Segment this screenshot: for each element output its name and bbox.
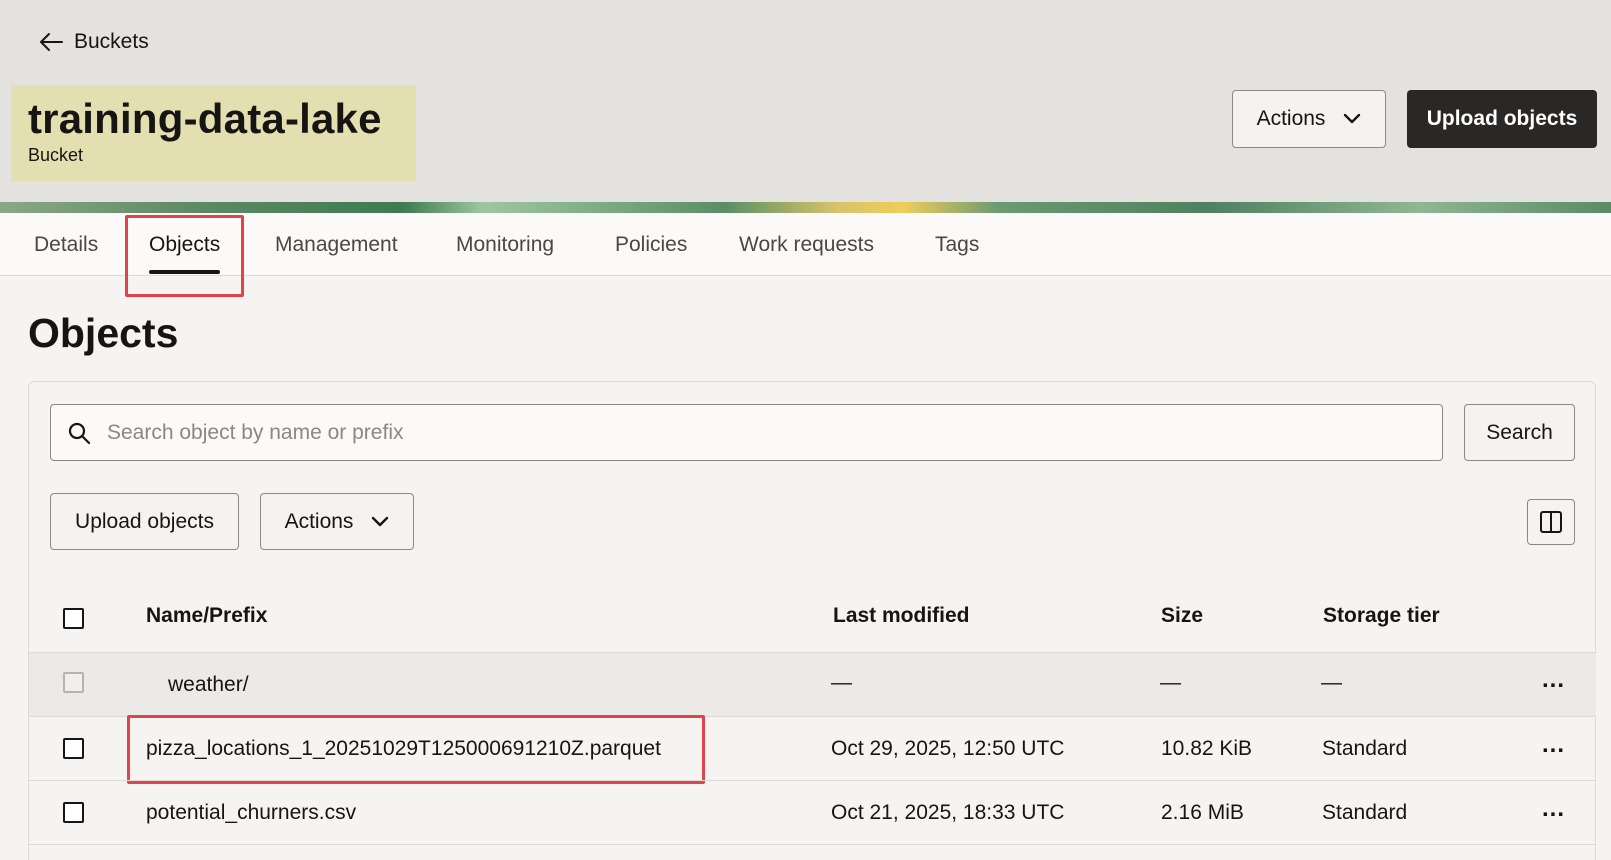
table-row	[29, 844, 1596, 860]
row-name[interactable]: potential_churners.csv	[146, 801, 356, 825]
columns-icon	[1540, 511, 1562, 533]
column-header-size[interactable]: Size	[1161, 604, 1203, 628]
row-last-modified: Oct 21, 2025, 18:33 UTC	[831, 801, 1065, 824]
chevron-down-icon	[1344, 113, 1361, 124]
tab-monitoring[interactable]: Monitoring	[456, 213, 554, 276]
row-actions-menu[interactable]: ...	[1542, 797, 1565, 821]
table-row[interactable]	[29, 652, 1596, 716]
tab-management[interactable]: Management	[275, 213, 398, 276]
row-last-modified: Oct 29, 2025, 12:50 UTC	[831, 737, 1065, 760]
arrow-left-icon	[40, 33, 63, 51]
tab-work-requests[interactable]: Work requests	[739, 213, 874, 276]
header-actions-label: Actions	[1256, 107, 1326, 130]
header-upload-objects-button[interactable]: Upload objects	[1407, 90, 1597, 148]
tab-objects[interactable]: Objects	[149, 213, 221, 276]
tab-tags[interactable]: Tags	[935, 213, 979, 276]
actions-button[interactable]: Actions	[260, 493, 414, 550]
back-to-buckets-link[interactable]: Buckets	[38, 30, 149, 54]
header-actions-button[interactable]: Actions	[1232, 90, 1386, 148]
search-button[interactable]: Search	[1464, 404, 1575, 461]
column-settings-button[interactable]	[1527, 499, 1575, 545]
search-input[interactable]	[107, 420, 1407, 445]
row-name[interactable]: pizza_locations_1_20251029T125000691210Z…	[146, 737, 661, 761]
row-size: 2.16 MiB	[1161, 801, 1244, 824]
row-size: 10.82 KiB	[1161, 737, 1253, 760]
row-storage-tier: —	[1321, 671, 1342, 694]
row-last-modified: —	[831, 671, 852, 694]
row-storage-tier: Standard	[1322, 737, 1408, 760]
section-title: Objects	[28, 310, 179, 356]
row-name[interactable]: weather/	[168, 673, 249, 697]
select-all-checkbox[interactable]	[63, 608, 84, 629]
tab-details[interactable]: Details	[34, 213, 98, 276]
page-header: Buckets training-data-lake Bucket Action…	[0, 0, 1611, 202]
row-checkbox[interactable]	[63, 738, 84, 759]
search-icon	[68, 422, 91, 444]
page-subtitle: Bucket	[28, 145, 84, 165]
row-size: —	[1160, 671, 1181, 694]
tab-policies[interactable]: Policies	[615, 213, 687, 276]
tab-bar: Details Objects Management Monitoring Po…	[0, 213, 1611, 276]
decorative-banner	[0, 202, 1611, 213]
column-header-last-modified[interactable]: Last modified	[833, 604, 970, 628]
row-actions-menu[interactable]: ...	[1542, 733, 1565, 757]
row-checkbox	[63, 672, 84, 693]
row-storage-tier: Standard	[1322, 801, 1408, 824]
row-checkbox[interactable]	[63, 802, 84, 823]
back-link-label: Buckets	[74, 30, 149, 53]
chevron-down-icon	[372, 516, 389, 526]
column-header-name[interactable]: Name/Prefix	[146, 604, 267, 628]
page-title: training-data-lake	[28, 95, 382, 142]
row-actions-menu[interactable]: ...	[1542, 668, 1565, 692]
upload-objects-button[interactable]: Upload objects	[50, 493, 239, 550]
actions-label: Actions	[284, 509, 354, 533]
title-block: training-data-lake Bucket	[11, 85, 416, 181]
column-header-storage-tier[interactable]: Storage tier	[1323, 604, 1440, 628]
search-field	[50, 404, 1443, 461]
